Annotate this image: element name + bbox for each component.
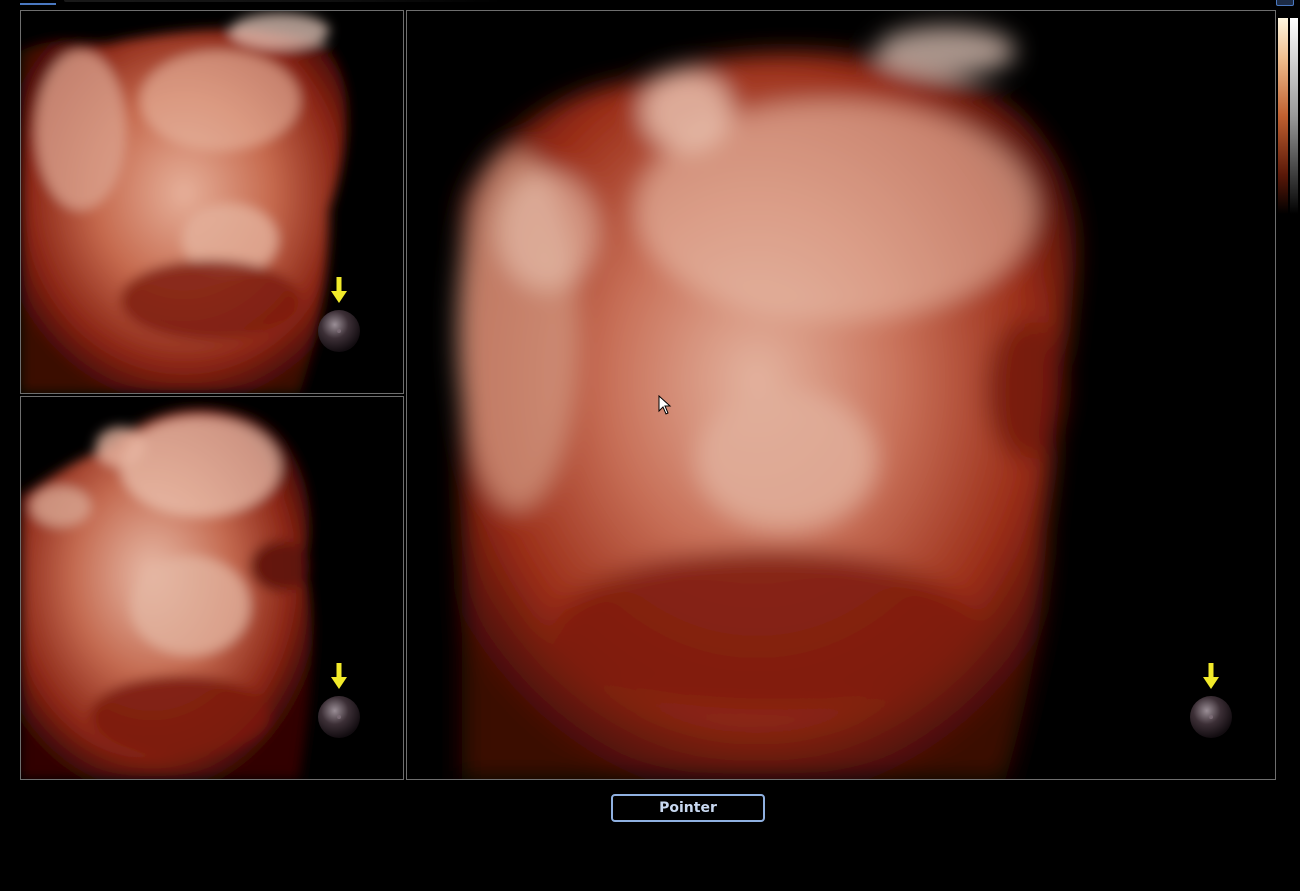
down-arrow-icon: [331, 277, 347, 303]
orientation-ball-icon[interactable]: [317, 663, 361, 739]
top-title-bar: [64, 0, 504, 2]
orientation-ball-icon[interactable]: [1189, 663, 1233, 739]
pointer-button[interactable]: Pointer: [611, 794, 765, 822]
viewport-small-top[interactable]: [20, 10, 404, 394]
mouse-cursor-icon: [658, 395, 672, 415]
ultrasound-3d-screen: Pointer: [0, 0, 1300, 891]
down-arrow-icon: [331, 663, 347, 689]
viewport-main[interactable]: [406, 10, 1276, 780]
down-arrow-icon: [1203, 663, 1219, 689]
fetal-3d-render-main: [407, 11, 1275, 779]
window-control-icon[interactable]: [1276, 0, 1294, 6]
top-bar: [0, 0, 1300, 8]
orientation-ball-icon[interactable]: [317, 277, 361, 353]
tint-color-bar: [1278, 18, 1288, 214]
gray-scale-bar: [1290, 18, 1298, 214]
viewport-small-bottom[interactable]: [20, 396, 404, 780]
top-tab-indicator[interactable]: [20, 0, 56, 5]
